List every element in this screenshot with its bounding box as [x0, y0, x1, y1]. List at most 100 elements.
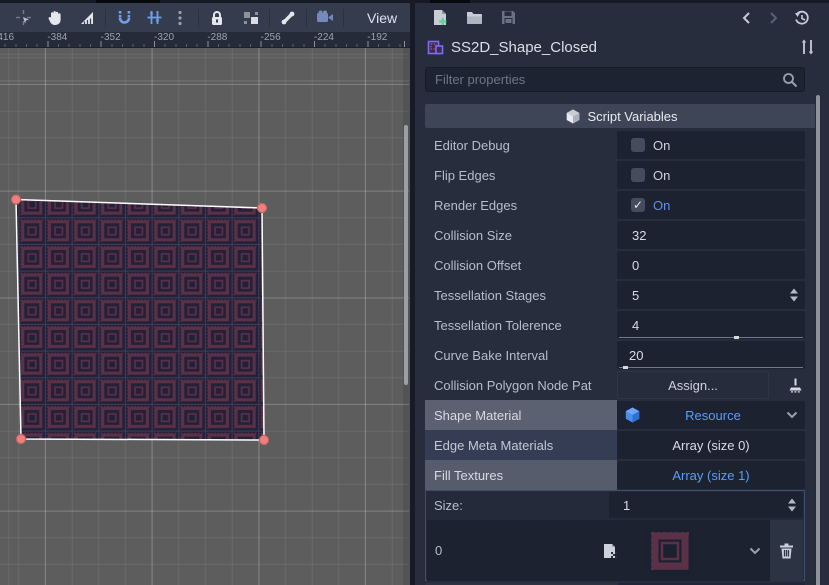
delete-item-button[interactable]: [770, 520, 803, 581]
prop-collision-polygon-node-path: Collision Polygon Node Pat Assign...: [425, 370, 805, 400]
checkbox-label: On: [653, 168, 670, 183]
spinner-arrows[interactable]: [790, 289, 798, 302]
value-text: 5: [617, 288, 639, 303]
array-size-row: Size: 1: [426, 491, 804, 519]
prop-label: Flip Edges: [425, 160, 617, 190]
open-folder-icon[interactable]: [461, 6, 487, 30]
search-icon: [782, 72, 798, 88]
prop-tessellation-stages: Tessellation Stages 5: [425, 280, 805, 310]
prop-label: Curve Bake Interval: [425, 340, 617, 370]
bone-icon[interactable]: [275, 6, 301, 30]
viewport-canvas[interactable]: [0, 48, 410, 585]
prop-curve-bake-interval: Curve Bake Interval 20: [425, 340, 805, 370]
checkbox-label: On: [653, 198, 670, 213]
tessellation-tolerence-slider[interactable]: 4: [617, 311, 805, 339]
prop-fill-textures: Fill Textures Array (size 1): [425, 460, 805, 490]
value-text: 0: [617, 258, 639, 273]
value-text: 20: [617, 348, 643, 363]
prop-label: Collision Offset: [425, 250, 617, 280]
group-icon[interactable]: [238, 6, 264, 30]
new-resource-icon[interactable]: [427, 6, 453, 30]
toolbar-separator: [306, 9, 307, 27]
section-script-variables[interactable]: Script Variables: [425, 104, 819, 128]
inspector-scrollbar-handle[interactable]: [816, 95, 820, 585]
value-text: 4: [617, 318, 639, 333]
array-size-label: Size:: [426, 498, 609, 513]
canvas-toolbar: View: [0, 3, 410, 32]
prop-label: Fill Textures: [425, 460, 617, 490]
history-back-icon[interactable]: [733, 6, 759, 30]
prop-collision-size: Collision Size 32: [425, 220, 805, 250]
filter-properties-input[interactable]: [426, 68, 804, 91]
save-icon[interactable]: [495, 6, 521, 30]
overflow-dots-icon[interactable]: [167, 6, 193, 30]
section-label: Script Variables: [587, 109, 677, 124]
shape-drawing: [0, 48, 410, 585]
extra-tools-icon[interactable]: [800, 39, 815, 55]
ruler-label: -192: [367, 32, 387, 43]
canvas-scrollbar-handle[interactable]: [404, 125, 408, 385]
history-icon[interactable]: [789, 6, 815, 30]
toolbar-separator: [269, 9, 270, 27]
shape-material-resource[interactable]: Resource: [617, 401, 805, 429]
render-edges-checkbox[interactable]: ✓: [631, 198, 645, 212]
tessellation-stages-input[interactable]: 5: [617, 281, 805, 309]
assign-button[interactable]: Assign...: [617, 371, 769, 399]
toolbar-separator: [105, 9, 106, 27]
resource-title: SS2D_Shape_Closed: [451, 39, 800, 56]
ruler-label: -416: [0, 32, 14, 43]
array-item-row: 0: [427, 520, 803, 581]
prop-tessellation-tolerence: Tessellation Tolerence 4: [425, 310, 805, 340]
camera-icon[interactable]: [312, 6, 338, 30]
edge-meta-materials-array[interactable]: Array (size 0): [617, 431, 805, 459]
slider-grabber[interactable]: [623, 366, 628, 369]
prop-collision-offset: Collision Offset 0: [425, 250, 805, 280]
array-label: Array (size 0): [617, 438, 805, 453]
fill-textures-array-panel: Size: 1 0: [425, 490, 805, 581]
lock-icon[interactable]: [204, 6, 230, 30]
prop-label: Tessellation Tolerence: [425, 310, 617, 340]
horizontal-ruler: -416-384-352-320-288-256-224-192: [0, 32, 410, 48]
collision-size-input[interactable]: 32: [617, 221, 805, 249]
collision-offset-input[interactable]: 0: [617, 251, 805, 279]
array-size-input[interactable]: 1: [609, 492, 803, 518]
curve-bake-interval-slider[interactable]: 20: [617, 341, 805, 369]
prop-shape-material: Shape Material Resource: [425, 400, 805, 430]
fill-textures-array[interactable]: Array (size 1): [617, 461, 805, 489]
history-forward-icon[interactable]: [761, 6, 787, 30]
inspector-scrollbar[interactable]: [815, 95, 821, 585]
inspector-nav: [733, 6, 815, 30]
snap-grid-icon[interactable]: [141, 6, 167, 30]
filter-row: [415, 62, 829, 98]
view-menu[interactable]: View: [359, 8, 405, 28]
clear-brush-icon[interactable]: [788, 378, 803, 393]
pan-tool-icon[interactable]: [42, 6, 68, 30]
checkbox-label: On: [653, 138, 670, 153]
chevron-down-icon[interactable]: [786, 411, 798, 419]
editor-debug-checkbox[interactable]: [631, 138, 645, 152]
spinner-arrows[interactable]: [788, 499, 796, 512]
array-label: Array (size 1): [617, 468, 805, 483]
ruler-label: -384: [47, 32, 67, 43]
trash-icon: [779, 543, 794, 559]
toolbar-separator: [343, 9, 344, 27]
ruler-tool-icon[interactable]: [74, 6, 100, 30]
property-rows: Editor Debug On Flip Edges On Render Edg…: [425, 128, 805, 490]
prop-label: Tessellation Stages: [425, 280, 617, 310]
select-tool-icon[interactable]: [10, 6, 36, 30]
prop-label: Edge Meta Materials: [425, 430, 617, 460]
prop-label: Collision Size: [425, 220, 617, 250]
snap-magnet-icon[interactable]: [111, 6, 137, 30]
slider-grabber[interactable]: [734, 336, 739, 339]
edit-resource-icon[interactable]: [602, 543, 618, 559]
slider-track[interactable]: [619, 337, 803, 338]
script-cube-icon: [566, 109, 580, 124]
texture-preview[interactable]: [646, 527, 694, 575]
flip-edges-checkbox[interactable]: [631, 168, 645, 182]
canvas-vertical-scrollbar[interactable]: [403, 48, 410, 585]
slider-track[interactable]: [619, 367, 803, 368]
chevron-down-icon[interactable]: [749, 547, 761, 555]
value-text: 32: [617, 228, 646, 243]
prop-label: Editor Debug: [425, 130, 617, 160]
resource-label: Resource: [640, 408, 786, 423]
